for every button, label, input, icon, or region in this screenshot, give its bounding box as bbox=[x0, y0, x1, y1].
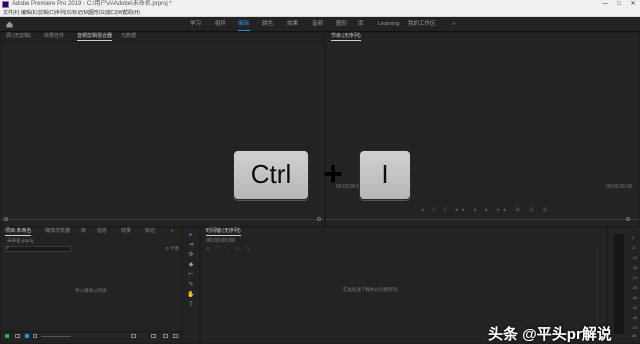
meter-tick: -36 bbox=[632, 296, 638, 300]
list-view-icon[interactable] bbox=[15, 334, 20, 338]
workspace-assembly[interactable]: 组件 bbox=[215, 17, 226, 32]
menu-clip[interactable]: 剪辑(C) bbox=[38, 9, 55, 17]
menu-help[interactable]: 帮助(H) bbox=[123, 9, 140, 17]
tab-effect-controls[interactable]: 效果控件 bbox=[44, 33, 64, 40]
project-item-count: 0 个项 bbox=[166, 246, 179, 251]
timeline-drop-hint: 在此处放下媒体以创建序列。 bbox=[343, 287, 402, 292]
workspace-effects[interactable]: 效果 bbox=[287, 17, 298, 32]
slip-tool-icon[interactable]: ⊢ bbox=[187, 272, 195, 278]
more-tabs-button[interactable]: » bbox=[171, 228, 174, 235]
meter-tick: -30 bbox=[632, 286, 638, 290]
menu-sequence[interactable]: 序列(S) bbox=[55, 9, 72, 17]
tab-audio-clip-mixer[interactable]: 音频剪辑混合器 bbox=[77, 33, 113, 41]
meter-tick: -12 bbox=[632, 256, 638, 260]
close-button[interactable]: ✕ bbox=[628, 0, 638, 9]
program-timecode-right: 00;00;00;00 bbox=[606, 184, 633, 190]
track-select-tool-icon[interactable]: ⇥ bbox=[187, 242, 195, 248]
freeform-view-icon[interactable] bbox=[33, 334, 37, 338]
icon-view-icon[interactable] bbox=[25, 334, 29, 338]
menu-window[interactable]: 窗口(W) bbox=[106, 9, 124, 17]
selection-tool-icon[interactable]: ▸ bbox=[187, 232, 195, 238]
menu-edit[interactable]: 编辑(E) bbox=[21, 9, 38, 17]
zoom-slider[interactable] bbox=[41, 336, 71, 337]
maximize-button[interactable]: □ bbox=[614, 0, 624, 9]
source-scrollbar-track[interactable] bbox=[1, 219, 324, 220]
meter-tick: -18 bbox=[632, 266, 638, 270]
write-lock-icon[interactable] bbox=[5, 334, 9, 338]
program-scrollbar-track[interactable] bbox=[326, 219, 639, 220]
premiere-app-icon bbox=[2, 1, 9, 8]
plus-sign: + bbox=[323, 155, 343, 193]
watermark: 头条 @平头pr解说 bbox=[488, 326, 612, 343]
project-search-input[interactable] bbox=[5, 246, 71, 252]
program-scrollbar-handle[interactable] bbox=[626, 217, 630, 221]
workspace-libraries[interactable]: 库 bbox=[358, 17, 364, 32]
menu-file[interactable]: 文件(F) bbox=[3, 9, 19, 17]
window-title-bar: Adobe Premiere Pro 2019 - C:\用户\A\Adobe\… bbox=[0, 0, 640, 9]
project-tab-strip: 项目:未命名 媒体浏览器 库 信息 效果 标记 » bbox=[1, 228, 181, 236]
tab-markers[interactable]: 标记 bbox=[145, 228, 155, 235]
meter-tick: -24 bbox=[632, 276, 638, 280]
tab-metadata[interactable]: 元数据 bbox=[121, 33, 136, 40]
workspace-learn[interactable]: 学习 bbox=[190, 17, 201, 32]
more-workspaces-button[interactable]: » bbox=[452, 17, 455, 32]
tab-media-browser[interactable]: 媒体浏览器 bbox=[45, 228, 70, 235]
hand-tool-icon[interactable]: ✋ bbox=[187, 292, 195, 298]
project-footer-bar bbox=[1, 331, 181, 342]
source-scrollbar-handle-right[interactable] bbox=[317, 217, 321, 221]
meter-tick: -6 bbox=[632, 246, 636, 250]
meter-tick: -54 bbox=[632, 326, 638, 330]
find-icon[interactable] bbox=[163, 334, 168, 338]
meter-tick: 0 bbox=[632, 236, 634, 240]
tab-source[interactable]: 源:(无剪辑) bbox=[6, 33, 31, 40]
razor-tool-icon[interactable]: ◆ bbox=[187, 262, 195, 268]
source-tab-strip: 源:(无剪辑) 效果控件 音频剪辑混合器 元数据 bbox=[1, 33, 324, 42]
ripple-edit-tool-icon[interactable]: ✣ bbox=[187, 252, 195, 258]
timeline-timecode[interactable]: 00;00;00;00 bbox=[206, 238, 235, 244]
project-panel: 项目:未命名 媒体浏览器 库 信息 效果 标记 » 未命名.prproj ⌕ 0… bbox=[1, 228, 181, 343]
tab-timeline[interactable]: 时间轴:(无序列) bbox=[206, 228, 241, 236]
import-media-hint: 导入媒体以开始 bbox=[75, 288, 107, 293]
menu-graphics[interactable]: 图形(G) bbox=[89, 9, 106, 17]
program-transport-controls[interactable]: ◂ { } ◂◂ ◂ ▸ ▸▸ ⊞ ⊡ ◎ bbox=[421, 207, 547, 213]
meter-tick: -42 bbox=[632, 306, 638, 310]
tab-project[interactable]: 项目:未命名 bbox=[5, 228, 32, 236]
meter-tick: -48 bbox=[632, 316, 638, 320]
menu-marker[interactable]: 标记(M) bbox=[72, 9, 90, 17]
minimize-button[interactable]: — bbox=[600, 0, 610, 9]
tab-libraries[interactable]: 库 bbox=[81, 228, 86, 235]
workspace-color[interactable]: 颜色 bbox=[262, 17, 273, 32]
search-icon: ⌕ bbox=[6, 245, 9, 251]
window-title: Adobe Premiere Pro 2019 - C:\用户\A\Adobe\… bbox=[12, 1, 172, 7]
active-workspace-underline bbox=[238, 30, 250, 31]
audio-meter-bars bbox=[614, 234, 624, 334]
workspace-audio[interactable]: 音频 bbox=[312, 17, 323, 32]
menu-bar: 文件(F) 编辑(E) 剪辑(C) 序列(S) 标记(M) 图形(G) 窗口(W… bbox=[0, 9, 640, 17]
tools-panel: ▸ ⇥ ✣ ◆ ⊢ ✎ ✋ T bbox=[183, 228, 199, 343]
meter-tick: dB bbox=[632, 334, 637, 338]
workspace-learning[interactable]: Learning bbox=[378, 17, 399, 32]
ctrl-key: Ctrl bbox=[233, 150, 309, 200]
new-bin-icon[interactable] bbox=[131, 334, 136, 338]
trash-icon[interactable] bbox=[173, 334, 178, 338]
i-key: I bbox=[359, 150, 411, 200]
tab-effects[interactable]: 效果 bbox=[121, 228, 131, 235]
workspace-graphics[interactable]: 图形 bbox=[336, 17, 347, 32]
new-item-icon[interactable] bbox=[151, 334, 156, 338]
project-file-name: 未命名.prproj bbox=[7, 238, 34, 243]
timeline-toolbar[interactable]: ⊡ ⌒ ▫ ◇ ✎ bbox=[206, 246, 266, 251]
type-tool-icon[interactable]: T bbox=[187, 302, 195, 308]
source-scrollbar-handle-left[interactable] bbox=[4, 217, 8, 221]
tab-program[interactable]: 节目:(无序列) bbox=[331, 33, 361, 41]
tab-info[interactable]: 信息 bbox=[97, 228, 107, 235]
home-icon[interactable] bbox=[6, 21, 13, 28]
pen-tool-icon[interactable]: ✎ bbox=[187, 282, 195, 288]
workspace-bar: 学习 组件 编辑 颜色 效果 音频 图形 库 Learning 我的工作区 » bbox=[0, 17, 640, 32]
workspace-custom[interactable]: 我的工作区 bbox=[408, 17, 436, 32]
